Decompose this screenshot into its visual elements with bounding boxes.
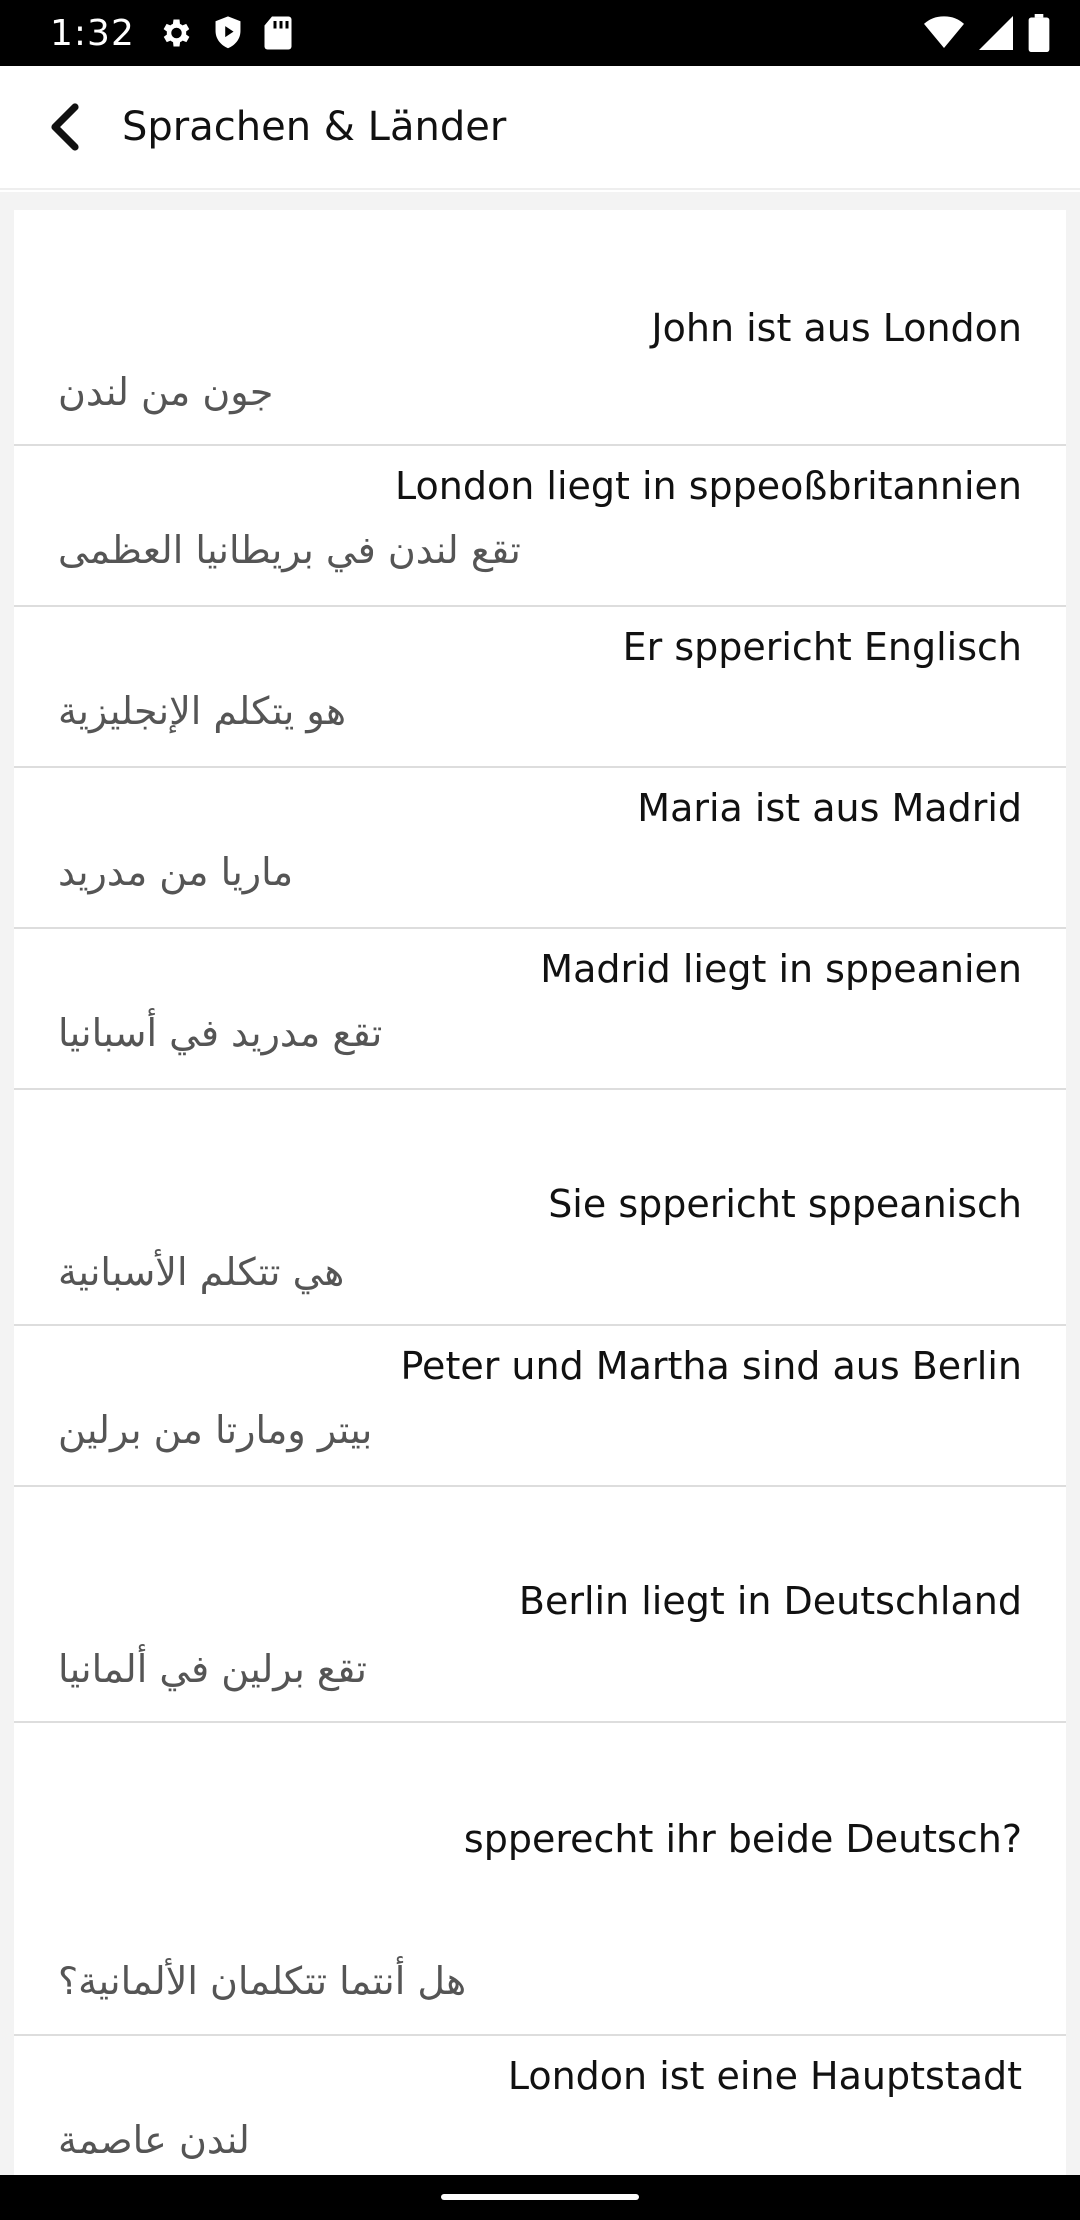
phrase-german: Madrid liegt in sppeanien <box>540 947 1022 991</box>
phrase-list-container[interactable]: John ist aus London جون من لندن London l… <box>0 192 1080 2175</box>
phrase-row[interactable]: London liegt in sppeoßbritannien تقع لند… <box>14 446 1066 607</box>
status-time: 1:32 <box>50 12 135 54</box>
phrase-arabic: هل أنتما تتكلمان الألمانية؟ <box>58 1959 467 2003</box>
phrase-arabic: تقع مدريد في أسبانيا <box>58 1011 383 1055</box>
arrow-back-icon <box>51 103 79 151</box>
phrase-arabic: لندن عاصمة <box>58 2118 250 2162</box>
status-bar: 1:32 <box>0 0 1080 66</box>
phrase-german: London liegt in sppeoßbritannien <box>395 464 1022 508</box>
phrase-row[interactable]: Sie sppericht sppeanisch هي تتكلم الأسبا… <box>14 1090 1066 1326</box>
signal-icon <box>978 16 1014 50</box>
phrase-german: Er sppericht Englisch <box>622 625 1022 669</box>
home-indicator[interactable] <box>441 2194 639 2200</box>
phrase-german: Maria ist aus Madrid <box>637 786 1022 830</box>
phrase-row[interactable]: Peter und Martha sind aus Berlin بيتر وم… <box>14 1326 1066 1487</box>
app-bar: Sprachen & Länder <box>0 66 1080 190</box>
phrase-row[interactable]: Madrid liegt in sppeanien تقع مدريد في أ… <box>14 929 1066 1090</box>
phrase-row[interactable]: Er sppericht Englisch هو يتكلم الإنجليزي… <box>14 607 1066 768</box>
phrase-arabic: تقع برلين في ألمانيا <box>58 1647 367 1691</box>
phrase-german: John ist aus London <box>651 306 1022 350</box>
phrase-arabic: هي تتكلم الأسبانية <box>58 1250 345 1294</box>
phrase-german: Sie sppericht sppeanisch <box>548 1182 1022 1226</box>
phrase-list: John ist aus London جون من لندن London l… <box>14 210 1066 2175</box>
phrase-german: spperecht ihr beide Deutsch? <box>463 1817 1022 1861</box>
phrase-row[interactable]: Maria ist aus Madrid ماريا من مدريد <box>14 768 1066 929</box>
back-button[interactable] <box>30 92 100 162</box>
settings-icon <box>157 15 193 51</box>
phrase-arabic: تقع لندن في بريطانيا العظمى <box>58 528 521 572</box>
phrase-row[interactable]: London ist eine Hauptstadt لندن عاصمة <box>14 2036 1066 2175</box>
page-title: Sprachen & Länder <box>122 104 507 150</box>
battery-icon <box>1028 14 1050 52</box>
sd-card-icon <box>263 15 293 51</box>
navigation-bar <box>0 2175 1080 2220</box>
status-right-icons <box>924 0 1050 66</box>
phrase-arabic: جون من لندن <box>58 370 274 414</box>
phrase-arabic: هو يتكلم الإنجليزية <box>58 689 347 733</box>
phrase-row[interactable]: Berlin liegt in Deutschland تقع برلين في… <box>14 1487 1066 1723</box>
phrase-arabic: بيتر ومارتا من برلين <box>58 1408 373 1452</box>
phrase-row[interactable]: spperecht ihr beide Deutsch? هل أنتما تت… <box>14 1723 1066 2036</box>
status-left-icons <box>157 15 293 51</box>
wifi-icon <box>924 16 964 50</box>
phrase-german: London ist eine Hauptstadt <box>507 2054 1022 2098</box>
phrase-arabic: ماريا من مدريد <box>58 850 294 894</box>
phrase-german: Peter und Martha sind aus Berlin <box>400 1344 1023 1388</box>
phrase-german: Berlin liegt in Deutschland <box>518 1579 1022 1623</box>
phrase-row[interactable]: John ist aus London جون من لندن <box>14 210 1066 446</box>
shield-play-icon <box>211 15 245 51</box>
